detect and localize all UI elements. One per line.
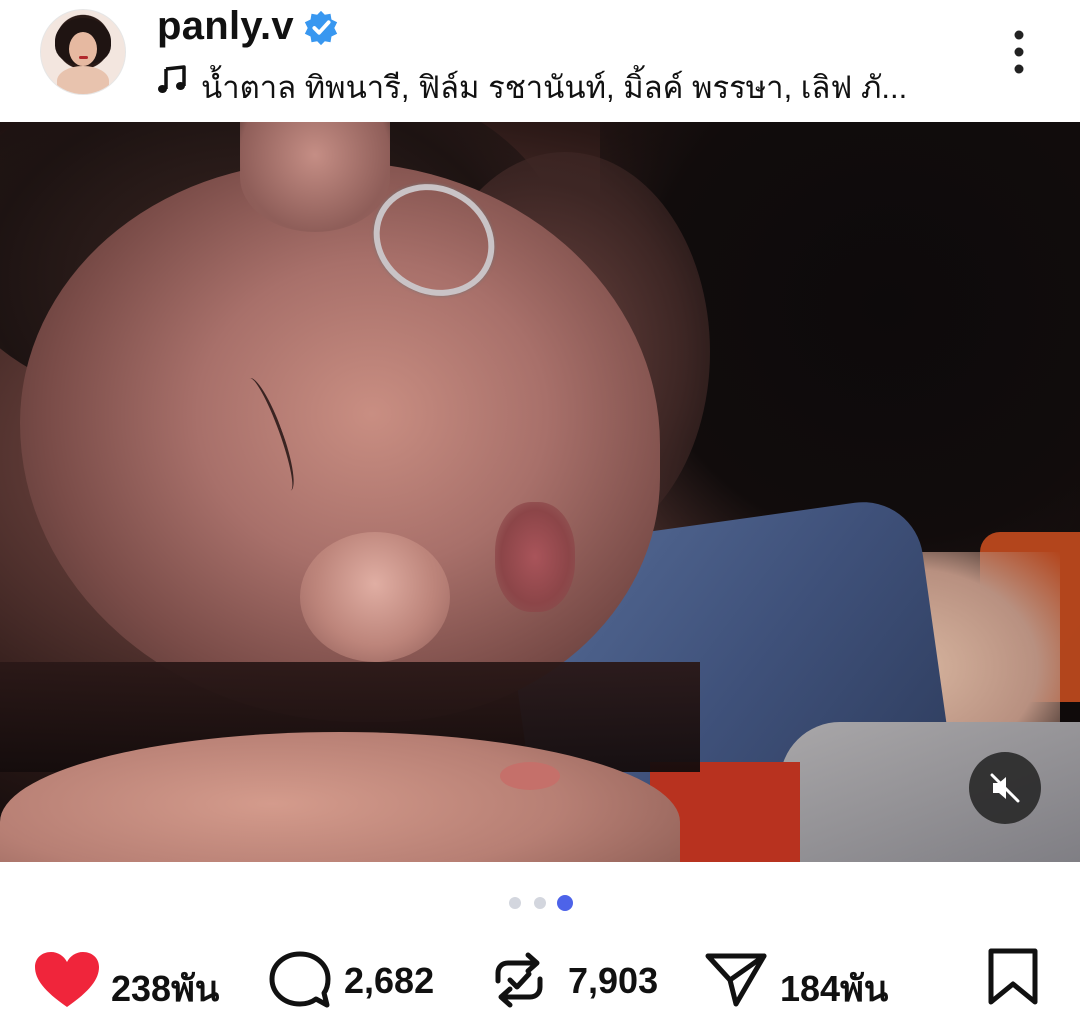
carousel-indicator [507, 895, 577, 911]
username[interactable]: panly.v [157, 4, 294, 49]
carousel-dot-active [557, 895, 573, 911]
carousel-dot [534, 897, 546, 909]
post-media[interactable] [0, 122, 1080, 862]
comment-bubble-icon[interactable] [268, 950, 332, 1012]
action-bar: 238พัน 2,682 7,903 184พัน [0, 940, 1080, 1009]
media-nose [300, 532, 450, 662]
heart-icon[interactable] [34, 951, 100, 1009]
avatar-face [69, 32, 97, 66]
repost-count[interactable]: 7,903 [568, 960, 658, 1002]
music-label[interactable]: น้ำตาล ทิพนารี, ฟิล์ม รชานันท์, มิ้ลค์ พ… [201, 62, 921, 112]
media-lips [495, 502, 575, 612]
vertical-ellipsis-icon[interactable] [1005, 28, 1033, 76]
avatar-lip [79, 56, 88, 59]
media-second-lips [500, 762, 560, 790]
mute-button[interactable] [969, 752, 1041, 824]
bookmark-icon[interactable] [987, 948, 1039, 1006]
mute-icon [990, 773, 1020, 803]
share-count[interactable]: 184พัน [780, 960, 888, 1017]
avatar-shoulder [57, 66, 109, 94]
avatar[interactable] [40, 9, 126, 95]
comment-count[interactable]: 2,682 [344, 960, 434, 1002]
like-count[interactable]: 238พัน [111, 960, 219, 1017]
send-icon[interactable] [704, 952, 768, 1008]
media-ear [240, 122, 390, 232]
carousel-dot [509, 897, 521, 909]
verified-badge-icon [304, 10, 338, 46]
repost-icon[interactable] [490, 951, 548, 1009]
post-header: panly.v น้ำตาล ทิพนารี, ฟิล์ม รชานันท์, … [0, 0, 1080, 122]
music-note-icon [158, 65, 186, 93]
